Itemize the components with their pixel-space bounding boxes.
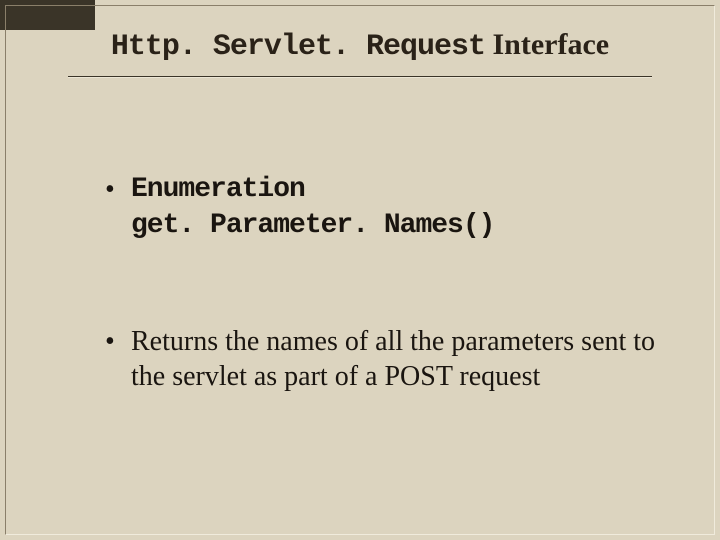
desc-post: request [452, 361, 540, 392]
title-code: Http. Servlet. Request [111, 30, 485, 64]
slide-title: Http. Servlet. Request Interface [50, 28, 670, 64]
bullet-item-description: Returns the names of all the parameters … [105, 324, 670, 396]
bullet-list: Enumeration get. Parameter. Names() Retu… [50, 172, 670, 395]
title-divider [68, 76, 652, 77]
desc-code: POST [384, 361, 452, 392]
signature-line2: get. Parameter. Names() [131, 208, 670, 244]
slide-content: Http. Servlet. Request Interface Enumera… [0, 0, 720, 495]
bullet-item-signature: Enumeration get. Parameter. Names() [105, 172, 670, 244]
title-serif: Interface [485, 28, 609, 61]
signature-line1: Enumeration [131, 172, 670, 208]
